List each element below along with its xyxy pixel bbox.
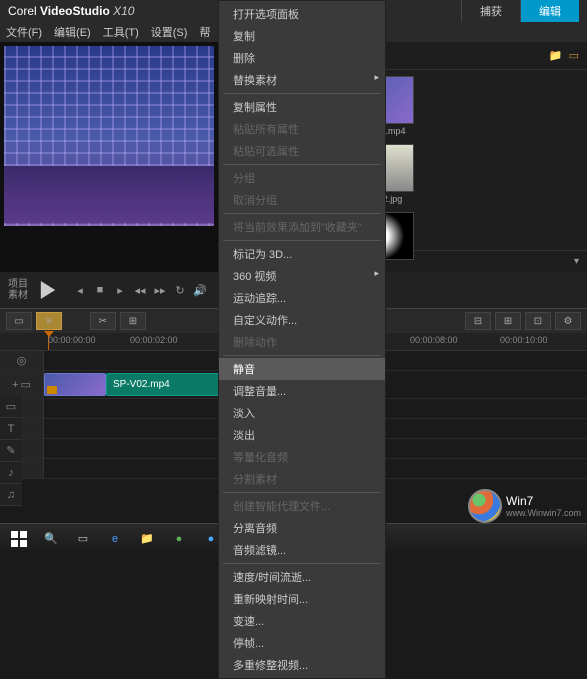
- separator: [223, 240, 381, 241]
- timeline-view-button[interactable]: ≡: [36, 312, 62, 330]
- watermark: Win7 www.Winwin7.com: [468, 489, 581, 523]
- storyboard-view-button[interactable]: ▭: [6, 312, 32, 330]
- tab-edit[interactable]: 编辑: [520, 0, 579, 22]
- prev-clip-button[interactable]: ◂◂: [132, 282, 148, 298]
- ctx-paste-all-attr: 粘贴所有属性: [219, 118, 385, 140]
- watermark-brand: Win7: [506, 494, 533, 508]
- ctx-variable-speed[interactable]: 变速...: [219, 610, 385, 632]
- video-track-icon: ▭: [21, 378, 31, 391]
- eye-icon[interactable]: ◎: [17, 354, 27, 367]
- menu-file[interactable]: 文件(F): [6, 24, 42, 40]
- tool-button[interactable]: ✎: [0, 440, 22, 462]
- tl-tool-button[interactable]: ✂: [90, 312, 116, 330]
- ctx-replace-material[interactable]: 替换素材: [219, 69, 385, 91]
- ctx-remap-time[interactable]: 重新映射时间...: [219, 588, 385, 610]
- ctx-create-proxy: 创建智能代理文件...: [219, 495, 385, 517]
- taskbar-app[interactable]: 📁: [132, 526, 162, 552]
- tool-button[interactable]: ♪: [0, 462, 22, 484]
- plus-icon[interactable]: +: [12, 379, 18, 391]
- tl-fit-button[interactable]: ⊡: [525, 312, 551, 330]
- ctx-delete[interactable]: 删除: [219, 47, 385, 69]
- ctx-split-material: 分割素材: [219, 468, 385, 490]
- ctx-freeze[interactable]: 停帧...: [219, 632, 385, 654]
- windows-orb-icon: [468, 489, 502, 523]
- ctx-open-options[interactable]: 打开选项面板: [219, 3, 385, 25]
- prev-frame-button[interactable]: ◂: [72, 282, 88, 298]
- ctx-fade-out[interactable]: 淡出: [219, 424, 385, 446]
- time-mark: 00:00:00:00: [48, 335, 96, 345]
- ctx-delete-action: 删除动作: [219, 331, 385, 353]
- start-button[interactable]: [4, 526, 34, 552]
- separator: [223, 563, 381, 564]
- ctx-group: 分组: [219, 167, 385, 189]
- ctx-copy[interactable]: 复制: [219, 25, 385, 47]
- play-button[interactable]: [34, 276, 62, 304]
- next-frame-button[interactable]: ▸: [112, 282, 128, 298]
- search-icon[interactable]: 🔍: [36, 526, 66, 552]
- separator: [223, 492, 381, 493]
- ctx-speed-time[interactable]: 速度/时间流逝...: [219, 566, 385, 588]
- menu-help[interactable]: 帮: [199, 24, 210, 40]
- sound-icon: [47, 386, 57, 394]
- ctx-motion-track[interactable]: 运动追踪...: [219, 287, 385, 309]
- clip-thumbnail[interactable]: [44, 373, 106, 396]
- tool-button[interactable]: ♫: [0, 484, 22, 506]
- tab-capture[interactable]: 捕获: [461, 0, 520, 22]
- separator: [223, 93, 381, 94]
- tl-tool-button[interactable]: ⊞: [120, 312, 146, 330]
- context-menu: 打开选项面板 复制 删除 替换素材 复制属性 粘贴所有属性 粘贴可选属性 分组 …: [218, 0, 386, 679]
- preview-viewport[interactable]: [4, 46, 214, 226]
- menu-edit[interactable]: 编辑(E): [54, 24, 91, 40]
- stop-button[interactable]: ■: [92, 282, 108, 298]
- separator: [223, 213, 381, 214]
- ctx-mute[interactable]: 静音: [219, 358, 385, 380]
- ctx-copy-attr[interactable]: 复制属性: [219, 96, 385, 118]
- loop-button[interactable]: ↻: [172, 282, 188, 298]
- mode-tabs: 捕获 编辑: [461, 0, 579, 22]
- separator: [223, 164, 381, 165]
- film-icon[interactable]: ▭: [569, 49, 579, 62]
- tl-settings-button[interactable]: ⚙: [555, 312, 581, 330]
- ctx-fade-in[interactable]: 淡入: [219, 402, 385, 424]
- chevron-down-icon[interactable]: ▾: [574, 256, 579, 267]
- ctx-multi-trim[interactable]: 多重修整视频...: [219, 654, 385, 676]
- transport-mode[interactable]: 项目 素材: [8, 279, 28, 301]
- taskbar-app[interactable]: ●: [164, 526, 194, 552]
- ctx-separate-audio[interactable]: 分离音频: [219, 517, 385, 539]
- time-mark: 00:00:10:00: [500, 335, 548, 345]
- tl-zoom-button[interactable]: ⊟: [465, 312, 491, 330]
- menu-settings[interactable]: 设置(S): [151, 24, 188, 40]
- folder-icon[interactable]: 📁: [549, 49, 563, 62]
- ctx-paste-opt-attr: 粘贴可选属性: [219, 140, 385, 162]
- next-clip-button[interactable]: ▸▸: [152, 282, 168, 298]
- task-view-icon[interactable]: ▭: [68, 526, 98, 552]
- ctx-360-video[interactable]: 360 视频: [219, 265, 385, 287]
- ctx-ungroup: 取消分组: [219, 189, 385, 211]
- time-mark: 00:00:08:00: [410, 335, 458, 345]
- ctx-add-fav: 将当前效果添加到"收藏夹": [219, 216, 385, 238]
- tool-button[interactable]: ▭: [0, 396, 22, 418]
- watermark-url: www.Winwin7.com: [506, 508, 581, 518]
- volume-icon[interactable]: 🔊: [192, 282, 208, 298]
- taskbar-app[interactable]: e: [100, 526, 130, 552]
- tool-button[interactable]: T: [0, 418, 22, 440]
- tl-zoom-button[interactable]: ⊞: [495, 312, 521, 330]
- timeline-left-tools: ▭ T ✎ ♪ ♫: [0, 396, 22, 506]
- menu-tools[interactable]: 工具(T): [103, 24, 139, 40]
- ctx-custom-action[interactable]: 自定义动作...: [219, 309, 385, 331]
- app-title: Corel VideoStudio X10: [8, 4, 134, 18]
- ctx-adjust-volume[interactable]: 调整音量...: [219, 380, 385, 402]
- ctx-normalize: 等量化音频: [219, 446, 385, 468]
- preview-pane: [0, 42, 220, 272]
- ctx-audio-filter[interactable]: 音频滤镜...: [219, 539, 385, 561]
- separator: [223, 355, 381, 356]
- time-mark: 00:00:02:00: [130, 335, 178, 345]
- ctx-mark-3d[interactable]: 标记为 3D...: [219, 243, 385, 265]
